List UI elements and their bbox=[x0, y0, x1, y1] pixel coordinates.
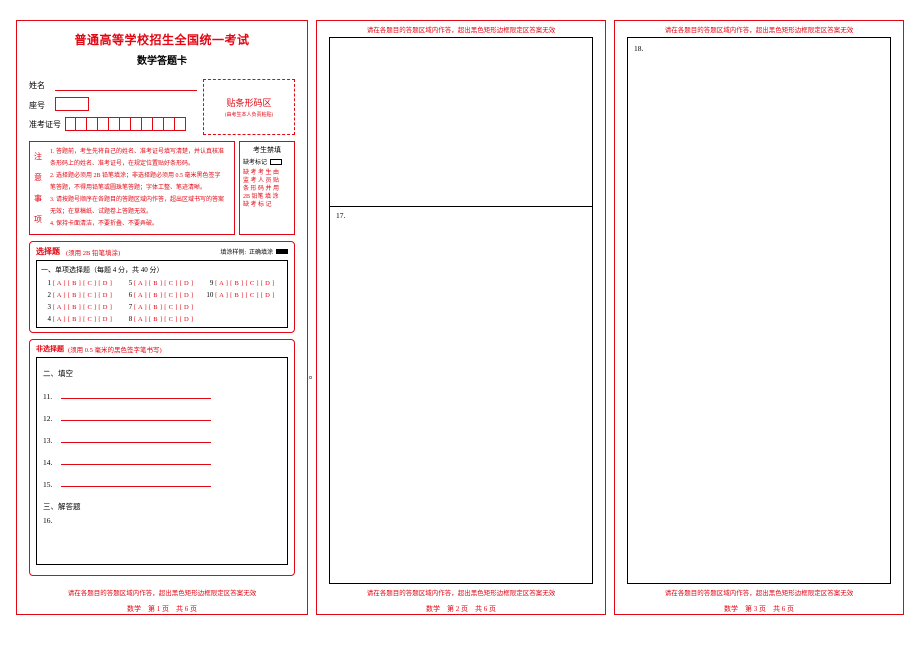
notice-body: 1. 答题前，考生先将自己的姓名、准考证号填写清楚，并认真核准 条形码上的姓名、… bbox=[46, 146, 230, 230]
forbid-title: 考生禁填 bbox=[243, 145, 291, 155]
footer-p1: 数学 第 1 页 共 6 页 bbox=[17, 600, 307, 614]
seat-label: 座号 bbox=[29, 100, 51, 111]
barcode-area: 贴条形码区 (由考生本人负责粘贴) bbox=[203, 79, 295, 135]
crop-mark bbox=[309, 376, 312, 379]
opts-7[interactable]: [ A ] [ B ] [ C ] [ D ] bbox=[134, 304, 193, 311]
name-line[interactable] bbox=[55, 79, 197, 91]
choice-heading: 一、单项选择题（每题 4 分，共 40 分） bbox=[41, 265, 283, 275]
ticket-label: 准考证号 bbox=[29, 119, 61, 130]
opts-8[interactable]: [ A ] [ B ] [ C ] [ D ] bbox=[134, 316, 193, 323]
warn-bottom-p1: 请在各题目的答题区域内作答，超出黑色矩形边框限定区答案无效 bbox=[17, 584, 307, 600]
warn-top-p3: 请在各题目的答题区域内作答，超出黑色矩形边框限定区答案无效 bbox=[615, 21, 903, 37]
blank-15[interactable] bbox=[61, 477, 211, 487]
page2-body: 17. bbox=[329, 37, 593, 584]
opts-5[interactable]: [ A ] [ B ] [ C ] [ D ] bbox=[134, 280, 193, 287]
absent-label: 缺考标记 bbox=[243, 157, 267, 166]
blank-13[interactable] bbox=[61, 433, 211, 443]
opts-2[interactable]: [ A ] [ B ] [ C ] [ D ] bbox=[53, 292, 112, 299]
opts-6[interactable]: [ A ] [ B ] [ C ] [ D ] bbox=[134, 292, 193, 299]
answer-area-16[interactable] bbox=[43, 525, 281, 558]
blank-11[interactable] bbox=[61, 389, 211, 399]
notice-box: 注意事项 1. 答题前，考生先将自己的姓名、准考证号填写清楚，并认真核准 条形码… bbox=[29, 141, 235, 235]
fill-demo: 填涂样例: 正确填涂 bbox=[220, 247, 288, 256]
answer-area-17[interactable] bbox=[336, 220, 586, 581]
forbid-box: 考生禁填 缺考标记 缺 考 考 生 由 监 考 人 员 贴 条 形 码 并 用 … bbox=[239, 141, 295, 235]
answer-area-18[interactable] bbox=[634, 53, 884, 581]
essay-heading: 三、解答题 bbox=[43, 501, 281, 512]
opts-3[interactable]: [ A ] [ B ] [ C ] [ D ] bbox=[53, 304, 112, 311]
student-info: 姓名 座号 准考证号 贴条形码区 (由考生本人负责粘贴) bbox=[17, 79, 307, 135]
q18-label: 18. bbox=[634, 44, 884, 53]
nonchoice-sub: (须用 0.5 毫米的黑色签字笔书写) bbox=[68, 344, 162, 354]
footer-p3: 数学 第 3 页 共 6 页 bbox=[615, 600, 903, 614]
page-1: 普通高等学校招生全国统一考试 数学答题卡 姓名 座号 准考证号 bbox=[16, 20, 308, 615]
opts-1[interactable]: [ A ] [ B ] [ C ] [ D ] bbox=[53, 280, 112, 287]
nonchoice-section: 非选择题 (须用 0.5 毫米的黑色签字笔书写) 二、填空 11. 12. 13… bbox=[29, 339, 295, 576]
answer-area-16-cont[interactable] bbox=[336, 44, 586, 206]
page3-body: 18. bbox=[627, 37, 891, 584]
nonchoice-title: 非选择题 bbox=[36, 344, 64, 354]
name-field: 姓名 bbox=[29, 79, 197, 91]
seat-field: 座号 bbox=[29, 97, 197, 111]
exam-title: 普通高等学校招生全国统一考试 bbox=[17, 31, 307, 48]
page-2: 请在各题目的答题区域内作答，超出黑色矩形边框限定区答案无效 17. 请在各题目的… bbox=[316, 20, 606, 615]
ticket-boxes[interactable] bbox=[65, 117, 186, 131]
choice-body: 一、单项选择题（每题 4 分，共 40 分） 1 [ A ] [ B ] [ C… bbox=[36, 260, 288, 328]
warn-bottom-p2: 请在各题目的答题区域内作答，超出黑色矩形边框限定区答案无效 bbox=[317, 584, 605, 600]
blank-12[interactable] bbox=[61, 411, 211, 421]
q16-label: 16. bbox=[43, 516, 281, 525]
footer-p2: 数学 第 2 页 共 6 页 bbox=[317, 600, 605, 614]
seat-box[interactable] bbox=[55, 97, 89, 111]
blank-14[interactable] bbox=[61, 455, 211, 465]
warn-bottom-p3: 请在各题目的答题区域内作答，超出黑色矩形边框限定区答案无效 bbox=[615, 584, 903, 600]
absent-mark-box[interactable] bbox=[270, 159, 282, 165]
choice-section: 选择题 (须用 2B 铅笔填涂) 填涂样例: 正确填涂 一、单项选择题（每题 4… bbox=[29, 241, 295, 333]
opts-4[interactable]: [ A ] [ B ] [ C ] [ D ] bbox=[53, 316, 112, 323]
ticket-field: 准考证号 bbox=[29, 117, 197, 131]
page1-header: 普通高等学校招生全国统一考试 数学答题卡 bbox=[17, 21, 307, 73]
nonchoice-body: 二、填空 11. 12. 13. 14. 15. 三、解答题 16. bbox=[36, 357, 288, 565]
choice-sub: (须用 2B 铅笔填涂) bbox=[66, 247, 120, 257]
notice-side-label: 注意事项 bbox=[34, 146, 46, 230]
answer-sheet: 普通高等学校招生全国统一考试 数学答题卡 姓名 座号 准考证号 bbox=[0, 0, 920, 623]
name-label: 姓名 bbox=[29, 80, 51, 91]
opts-10[interactable]: [ A ] [ B ] [ C ] [ D ] bbox=[215, 292, 274, 299]
fill-heading: 二、填空 bbox=[43, 368, 281, 379]
q17-label: 17. bbox=[336, 211, 586, 220]
warn-top-p2: 请在各题目的答题区域内作答，超出黑色矩形边框限定区答案无效 bbox=[317, 21, 605, 37]
page-3: 请在各题目的答题区域内作答，超出黑色矩形边框限定区答案无效 18. 请在各题目的… bbox=[614, 20, 904, 615]
choice-title: 选择题 bbox=[36, 246, 60, 257]
forbid-note: 缺 考 考 生 由 监 考 人 员 贴 条 形 码 并 用 2B 铅笔 填 涂 … bbox=[243, 169, 291, 209]
opts-9[interactable]: [ A ] [ B ] [ C ] [ D ] bbox=[215, 280, 274, 287]
barcode-sub: (由考生本人负责粘贴) bbox=[225, 111, 273, 118]
divider-p2 bbox=[330, 206, 592, 207]
barcode-title: 贴条形码区 bbox=[226, 96, 271, 109]
notice-row: 注意事项 1. 答题前，考生先将自己的姓名、准考证号填写清楚，并认真核准 条形码… bbox=[29, 141, 295, 235]
fill-demo-block bbox=[276, 249, 288, 254]
card-subtitle: 数学答题卡 bbox=[17, 52, 307, 67]
